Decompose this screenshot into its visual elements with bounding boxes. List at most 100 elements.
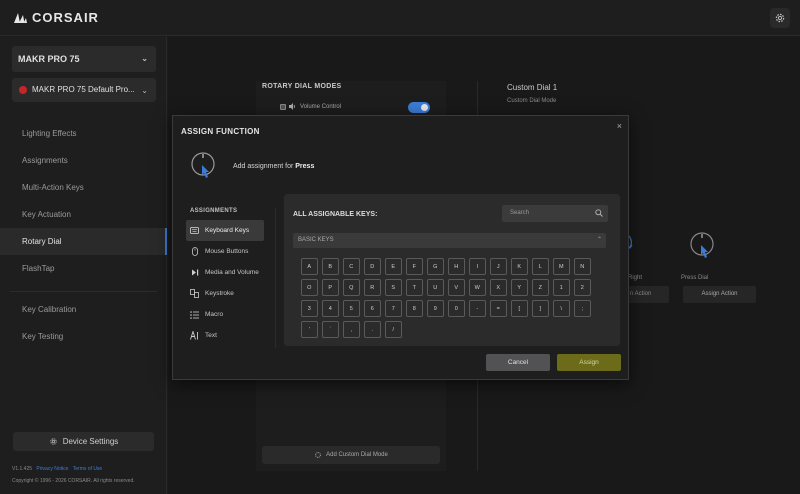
key-button[interactable]: , [343, 321, 360, 338]
key-button[interactable]: J [490, 258, 507, 275]
key-button[interactable]: P [322, 279, 339, 296]
sidebar-item-key-calibration[interactable]: Key Calibration [0, 296, 167, 323]
key-button[interactable]: 0 [448, 300, 465, 317]
add-custom-dial-mode-button[interactable]: Add Custom Dial Mode [262, 446, 440, 464]
key-button[interactable]: K [511, 258, 528, 275]
key-button[interactable]: M [553, 258, 570, 275]
assignment-target-name: Press [295, 163, 315, 170]
dialog-divider [275, 208, 276, 348]
key-button[interactable]: 8 [406, 300, 423, 317]
key-button[interactable]: G [427, 258, 444, 275]
key-button[interactable]: . [364, 321, 381, 338]
type-mouse-buttons[interactable]: Mouse Buttons [186, 241, 264, 262]
key-button[interactable]: H [448, 258, 465, 275]
key-button[interactable]: ; [574, 300, 591, 317]
sidebar-item-key-actuation[interactable]: Key Actuation [0, 201, 167, 228]
key-button[interactable]: V [448, 279, 465, 296]
sidebar-item-rotary-dial[interactable]: Rotary Dial [0, 228, 167, 255]
type-macro[interactable]: Macro [186, 304, 264, 325]
key-button[interactable]: R [364, 279, 381, 296]
key-button[interactable]: - [469, 300, 486, 317]
key-button[interactable]: I [469, 258, 486, 275]
assign-button[interactable]: Assign [557, 354, 621, 371]
chevron-down-icon: ⌄ [141, 86, 148, 95]
key-button[interactable]: B [322, 258, 339, 275]
basic-keys-section-header[interactable]: BASIC KEYS ⌃ [293, 233, 606, 248]
key-button[interactable]: \ [553, 300, 570, 317]
key-button[interactable]: 2 [574, 279, 591, 296]
profile-select[interactable]: MAKR PRO 75 Default Pro... ⌄ [12, 78, 156, 102]
key-button[interactable]: N [574, 258, 591, 275]
key-button[interactable]: X [490, 279, 507, 296]
profile-color-dot [19, 86, 27, 94]
sidebar-item-lighting-effects[interactable]: Lighting Effects [0, 120, 167, 147]
key-grid: A B C D E F G H I J K L M N O P Q R S T U V W X Y Z 1 2 3 4 5 6 7 8 9 0- =[]… [301, 258, 601, 342]
type-text[interactable]: Text [186, 325, 264, 346]
key-button[interactable]: 3 [301, 300, 318, 317]
key-button[interactable]: U [427, 279, 444, 296]
dial-right-label: Right [628, 275, 643, 281]
keyboard-icon [190, 226, 199, 235]
key-button[interactable]: C [343, 258, 360, 275]
key-button[interactable]: F [406, 258, 423, 275]
settings-icon [315, 452, 321, 458]
key-button[interactable]: ' [301, 321, 318, 338]
assignment-target-prefix: Add assignment for [233, 163, 296, 170]
key-row: 3 4 5 6 7 8 9 0- =[] \; [301, 300, 601, 317]
key-button[interactable]: Y [511, 279, 528, 296]
key-button[interactable]: 1 [553, 279, 570, 296]
basic-keys-label: BASIC KEYS [298, 237, 334, 243]
close-icon[interactable]: × [617, 121, 622, 131]
type-label: Macro [205, 311, 224, 318]
key-button[interactable]: = [490, 300, 507, 317]
add-custom-dial-mode-label: Add Custom Dial Mode [326, 452, 388, 458]
key-button[interactable]: 5 [343, 300, 360, 317]
speaker-icon [289, 103, 295, 110]
key-button[interactable]: T [406, 279, 423, 296]
key-button[interactable]: S [385, 279, 402, 296]
key-button[interactable]: Q [343, 279, 360, 296]
device-settings-button[interactable]: Device Settings [13, 432, 154, 451]
type-keystroke[interactable]: Keystroke [186, 283, 264, 304]
press-dial-assign-button[interactable]: Assign Action [683, 286, 756, 303]
key-button[interactable]: Z [532, 279, 549, 296]
sidebar-item-key-testing[interactable]: Key Testing [0, 323, 167, 350]
key-button[interactable]: L [532, 258, 549, 275]
search-input[interactable]: Search [502, 205, 608, 222]
key-button[interactable]: ] [532, 300, 549, 317]
terms-of-use-link[interactable]: Terms of Use [73, 466, 102, 472]
device-select[interactable]: MAKR PRO 75 ⌄ [12, 46, 156, 72]
assignment-target-text: Add assignment for Press [233, 163, 314, 170]
type-keyboard-keys[interactable]: Keyboard Keys [186, 220, 264, 241]
assign-function-dialog: ASSIGN FUNCTION × Add assignment for Pre… [172, 115, 629, 380]
key-button[interactable]: 9 [427, 300, 444, 317]
key-button[interactable]: D [364, 258, 381, 275]
search-placeholder: Search [510, 210, 530, 216]
privacy-notice-link[interactable]: Privacy Notice [36, 466, 68, 472]
volume-control-row[interactable]: Volume Control [280, 103, 341, 110]
key-button[interactable]: / [385, 321, 402, 338]
app-settings-button[interactable] [770, 8, 790, 28]
sidebar-item-multi-action-keys[interactable]: Multi-Action Keys [0, 174, 167, 201]
type-label: Keystroke [205, 290, 234, 297]
key-button[interactable]: 4 [322, 300, 339, 317]
key-button[interactable]: W [469, 279, 486, 296]
key-button[interactable]: A [301, 258, 318, 275]
type-media-and-volume[interactable]: Media and Volume [186, 262, 264, 283]
sidebar-divider [10, 291, 157, 292]
type-label: Media and Volume [205, 269, 259, 276]
corsair-logo: CORSAIR [12, 10, 99, 25]
device-settings-label: Device Settings [62, 437, 119, 446]
key-button[interactable]: 6 [364, 300, 381, 317]
key-button[interactable]: E [385, 258, 402, 275]
key-button[interactable]: 7 [385, 300, 402, 317]
volume-control-toggle[interactable] [408, 102, 430, 113]
cancel-button[interactable]: Cancel [486, 354, 550, 371]
sidebar-item-flashtap[interactable]: FlashTap [0, 255, 167, 282]
key-button[interactable]: ` [322, 321, 339, 338]
sidebar-item-assignments[interactable]: Assignments [0, 147, 167, 174]
key-button[interactable]: O [301, 279, 318, 296]
assignments-heading: ASSIGNMENTS [190, 208, 238, 214]
assignable-keys-title: ALL ASSIGNABLE KEYS: [293, 211, 378, 218]
key-button[interactable]: [ [511, 300, 528, 317]
